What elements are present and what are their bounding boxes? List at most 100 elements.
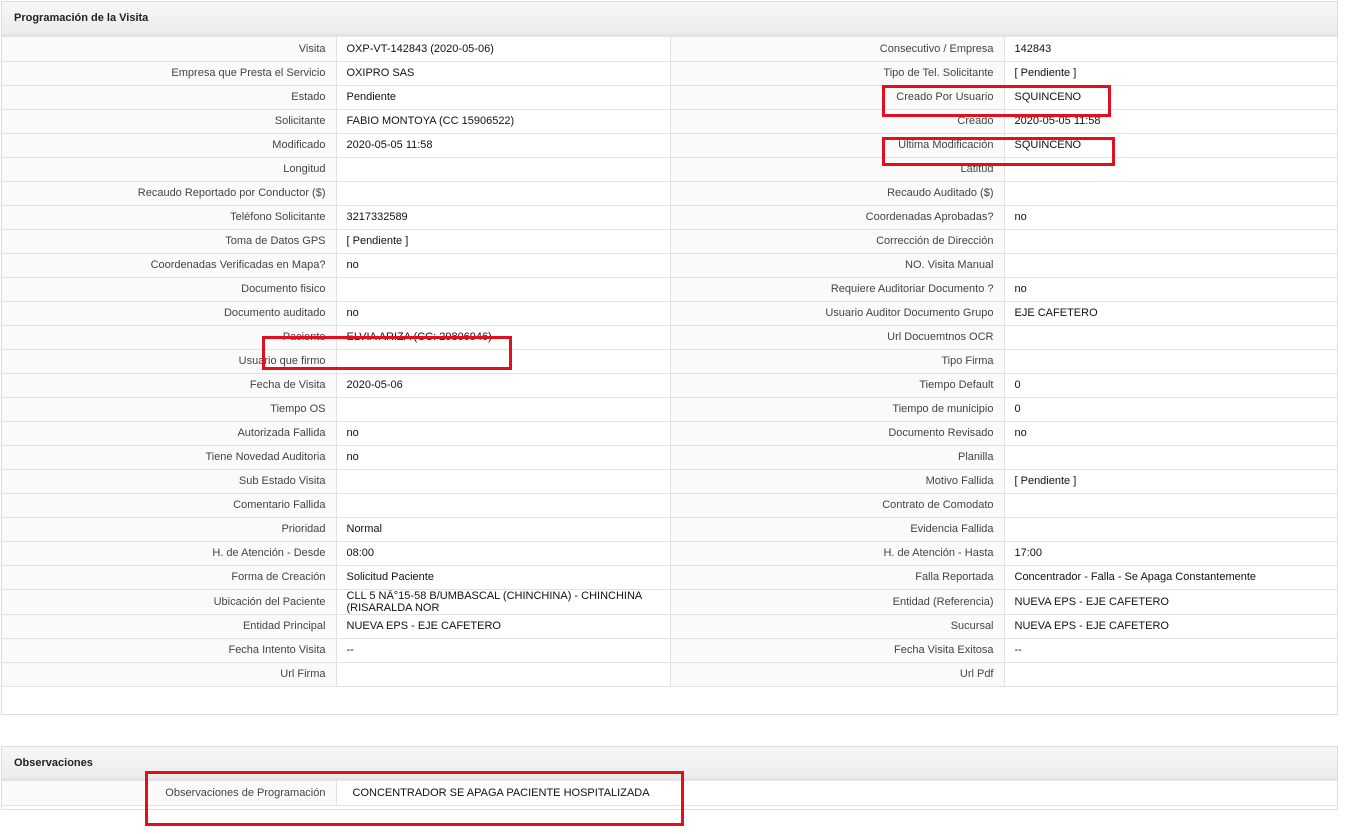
value-comentario-fallida <box>335 493 671 518</box>
label-contrato-de-comodato: Contrato de Comodato <box>670 493 1004 518</box>
table-row: Url Firma Url Pdf <box>2 662 1338 687</box>
table-row: Solicitante FABIO MONTOYA (CC 15906522) Cr… <box>2 109 1338 134</box>
table-row: Usuario que firmo Tipo Firma <box>2 349 1338 374</box>
value-url-pdf <box>1003 662 1338 687</box>
label-tipo-de-tel-solicitante: Tipo de Tel. Solicitante <box>670 61 1004 86</box>
label-comentario-fallida: Comentario Fallida <box>2 493 336 518</box>
table-row: Fecha de Visita 2020-05-06 Tiempo Default… <box>2 373 1338 398</box>
label-fecha-intento-visita: Fecha Intento Visita <box>2 638 336 663</box>
value-toma-de-datos-gps: [ Pendiente ] <box>335 229 671 254</box>
table-row: Paciente ELVIA ARIZA (CC: 29806946) Url Do… <box>2 325 1338 350</box>
table-row: Toma de Datos GPS[ Pendiente ] Corrección… <box>2 229 1338 254</box>
value-solicitante: FABIO MONTOYA (CC 15906522) <box>335 109 671 134</box>
table-row: Visita OXP-VT-142843 (2020-05-06) Consecut… <box>2 37 1338 62</box>
value-documento-fisico <box>335 277 671 302</box>
label-creado: Creado <box>670 109 1004 134</box>
label-consecutivo-empresa: Consecutivo / Empresa <box>670 37 1004 62</box>
label-forma-de-creacion: Forma de Creación <box>2 565 336 590</box>
label-tiene-novedad-auditoria: Tiene Novedad Auditoria <box>2 445 336 470</box>
label-solicitante: Solicitante <box>2 109 336 134</box>
value-entidad-referencia: NUEVA EPS - EJE CAFETERO <box>1003 589 1338 615</box>
value-coordenadas-verificadas-en-mapa: no <box>335 253 671 278</box>
value-planilla <box>1003 445 1338 470</box>
label-empresa-que-presta-el-servicio: Empresa que Presta el Servicio <box>2 61 336 86</box>
label-visita: Visita <box>2 37 336 62</box>
table-row: Documento fisico Requiere Auditoriar Docu… <box>2 277 1338 302</box>
value-fecha-intento-visita: -- <box>335 638 671 663</box>
value-tipo-de-tel-solicitante: [ Pendiente ] <box>1003 61 1338 86</box>
value-evidencia-fallida <box>1003 517 1338 542</box>
label-entidad-referencia: Entidad (Referencia) <box>670 589 1004 615</box>
label-correccion-de-direccion: Corrección de Dirección <box>670 229 1004 254</box>
value-url-docuemtnos-ocr <box>1003 325 1338 350</box>
label-url-docuemtnos-ocr: Url Docuemtnos OCR <box>670 325 1004 350</box>
observations-panel: Observaciones Observaciones de Programac… <box>1 746 1338 810</box>
table-row: Longitud Latitud <box>2 157 1338 182</box>
label-fecha-de-visita: Fecha de Visita <box>2 373 336 398</box>
value-consecutivo-empresa: 142843 <box>1003 37 1338 62</box>
visit-details-table: Visita OXP-VT-142843 (2020-05-06) Consecut… <box>2 37 1338 687</box>
label-no-visita-manual: NO. Visita Manual <box>670 253 1004 278</box>
value-recaudo-reportado-por-conductor <box>335 181 671 206</box>
label-evidencia-fallida: Evidencia Fallida <box>670 517 1004 542</box>
value-prioridad: Normal <box>335 517 671 542</box>
label-autorizada-fallida: Autorizada Fallida <box>2 421 336 446</box>
value-sub-estado-visita <box>335 469 671 494</box>
label-ubicacion-del-paciente: Ubicación del Paciente <box>2 589 336 615</box>
value-requiere-auditoriar-documento: no <box>1003 277 1338 302</box>
value-paciente: ELVIA ARIZA (CC: 29806946) <box>335 325 671 350</box>
table-row: Teléfono Solicitante 3217332589 Coordenada… <box>2 205 1338 230</box>
value-ubicacion-del-paciente: CLL 5 NÂ°15-58 B/UMBASCAL (CHINCHINA) - … <box>335 589 671 615</box>
table-row: Empresa que Presta el Servicio OXIPRO SAS… <box>2 61 1338 86</box>
value-usuario-auditor-documento-grupo: EJE CAFETERO <box>1003 301 1338 326</box>
table-row: Autorizada Fallida no Documento Revisado … <box>2 421 1338 446</box>
label-prioridad: Prioridad <box>2 517 336 542</box>
label-sucursal: Sucursal <box>670 614 1004 639</box>
label-tiempo-de-municipio: Tiempo de municipio <box>670 397 1004 422</box>
label-latitud: Latitud <box>670 157 1004 182</box>
label-modificado: Modificado <box>2 133 336 158</box>
value-tiempo-de-municipio: 0 <box>1003 397 1338 422</box>
value-autorizada-fallida: no <box>335 421 671 446</box>
value-sucursal: NUEVA EPS - EJE CAFETERO <box>1003 614 1338 639</box>
visit-programming-panel: Programación de la Visita Visita OXP-VT-1… <box>1 1 1338 715</box>
section-title: Observaciones <box>2 747 1337 781</box>
table-row: Estado Pendiente Creado Por Usuario SQUINCE… <box>2 85 1338 110</box>
label-documento-fisico: Documento fisico <box>2 277 336 302</box>
value-falla-reportada: Concentrador - Falla - Se Apaga Constant… <box>1003 565 1338 590</box>
table-row: Tiene Novedad Auditoria no Planilla <box>2 445 1338 470</box>
value-modificado: 2020-05-05 11:58 <box>335 133 671 158</box>
label-sub-estado-visita: Sub Estado Visita <box>2 469 336 494</box>
table-row: Modificado 2020-05-05 11:58 Última Modific… <box>2 133 1338 158</box>
table-row: Coordenadas Verificadas en Mapa? no NO. V… <box>2 253 1338 278</box>
label-usuario-que-firmo: Usuario que firmo <box>2 349 336 374</box>
value-visita: OXP-VT-142843 (2020-05-06) <box>335 37 671 62</box>
table-row: H. de Atención - Desde 08:00 H. de Atenció… <box>2 541 1338 566</box>
label-paciente: Paciente <box>2 325 336 350</box>
label-tiempo-os: Tiempo OS <box>2 397 336 422</box>
value-tipo-firma <box>1003 349 1338 374</box>
label-creado-por-usuario: Creado Por Usuario <box>670 85 1004 110</box>
table-row: Sub Estado Visita Motivo Fallida[ Pendien… <box>2 469 1338 494</box>
value-estado: Pendiente <box>335 85 671 110</box>
value-tiene-novedad-auditoria: no <box>335 445 671 470</box>
table-row: Forma de Creación Solicitud Paciente Falla… <box>2 565 1338 590</box>
value-empresa-que-presta-el-servicio: OXIPRO SAS <box>335 61 671 86</box>
value-coordenadas-aprobadas: no <box>1003 205 1338 230</box>
value-tiempo-os <box>335 397 671 422</box>
label-tipo-firma: Tipo Firma <box>670 349 1004 374</box>
value-fecha-visita-exitosa: -- <box>1003 638 1338 663</box>
label-motivo-fallida: Motivo Fallida <box>670 469 1004 494</box>
value-ultima-modificacion: SQUINCENO <box>1003 133 1338 158</box>
value-fecha-de-visita: 2020-05-06 <box>335 373 671 398</box>
value-h-de-atencion-desde: 08:00 <box>335 541 671 566</box>
observations-table: Observaciones de Programación CONCENTRAD… <box>2 781 1337 806</box>
label-toma-de-datos-gps: Toma de Datos GPS <box>2 229 336 254</box>
label-entidad-principal: Entidad Principal <box>2 614 336 639</box>
label-estado: Estado <box>2 85 336 110</box>
table-row: Prioridad Normal Evidencia Fallida <box>2 517 1338 542</box>
table-row: Documento auditado no Usuario Auditor Doc… <box>2 301 1338 326</box>
value-creado: 2020-05-05 11:58 <box>1003 109 1338 134</box>
value-documento-revisado: no <box>1003 421 1338 446</box>
label-documento-auditado: Documento auditado <box>2 301 336 326</box>
